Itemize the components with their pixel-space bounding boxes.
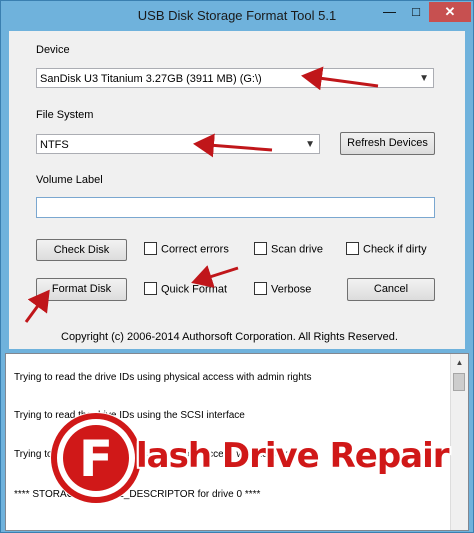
file-system-dropdown[interactable]: NTFS ▼ <box>36 134 320 154</box>
checkbox-box[interactable] <box>254 282 267 295</box>
checkbox-box[interactable] <box>144 242 157 255</box>
file-system-selected-value: NTFS <box>40 139 69 151</box>
quick-format-checkbox[interactable]: Quick Format <box>144 282 228 297</box>
maximize-button[interactable]: □ <box>403 2 429 22</box>
vertical-scrollbar[interactable]: ▲ <box>450 354 468 530</box>
file-system-label: File System <box>36 109 94 121</box>
scan-drive-checkbox[interactable]: Scan drive <box>254 242 323 257</box>
correct-errors-checkbox[interactable]: Correct errors <box>144 242 229 257</box>
volume-label-input[interactable] <box>36 197 435 218</box>
flash-logo-icon: F <box>50 412 142 504</box>
verbose-checkbox[interactable]: Verbose <box>254 282 312 297</box>
log-line: Trying to read the drive IDs using physi… <box>14 372 312 383</box>
device-dropdown[interactable]: SanDisk U3 Titanium 3.27GB (3911 MB) (G:… <box>36 68 434 88</box>
flash-drive-repair-watermark: F lash Drive Repair <box>48 402 450 522</box>
title-bar[interactable]: USB Disk Storage Format Tool 5.1 — □ ✕ <box>1 1 473 31</box>
check-if-dirty-checkbox[interactable]: Check if dirty <box>346 242 427 257</box>
quick-format-label: Quick Format <box>161 283 228 296</box>
checkbox-box[interactable] <box>254 242 267 255</box>
refresh-devices-button[interactable]: Refresh Devices <box>340 132 435 155</box>
client-area: Device SanDisk U3 Titanium 3.27GB (3911 … <box>9 31 465 349</box>
checkbox-box[interactable] <box>346 242 359 255</box>
scan-drive-label: Scan drive <box>271 243 323 256</box>
device-selected-value: SanDisk U3 Titanium 3.27GB (3911 MB) (G:… <box>40 73 262 85</box>
chevron-down-icon: ▼ <box>305 139 315 150</box>
device-label: Device <box>36 44 70 56</box>
verbose-label: Verbose <box>271 283 312 296</box>
copyright-text: Copyright (c) 2006-2014 Authorsoft Corpo… <box>61 331 398 343</box>
volume-label-label: Volume Label <box>36 174 103 186</box>
cancel-button[interactable]: Cancel <box>347 278 435 301</box>
logo-letter: F <box>79 430 113 488</box>
chevron-down-icon: ▼ <box>419 73 429 84</box>
scroll-up-arrow-icon[interactable]: ▲ <box>451 354 468 371</box>
format-disk-button[interactable]: Format Disk <box>36 278 127 301</box>
check-if-dirty-label: Check if dirty <box>363 243 427 256</box>
scrollbar-thumb[interactable] <box>453 373 465 391</box>
close-button[interactable]: ✕ <box>429 2 471 22</box>
watermark-text: lash Drive Repair <box>136 436 450 476</box>
check-disk-button[interactable]: Check Disk <box>36 239 127 261</box>
correct-errors-label: Correct errors <box>161 243 229 256</box>
minimize-button[interactable]: — <box>376 2 403 22</box>
checkbox-box[interactable] <box>144 282 157 295</box>
